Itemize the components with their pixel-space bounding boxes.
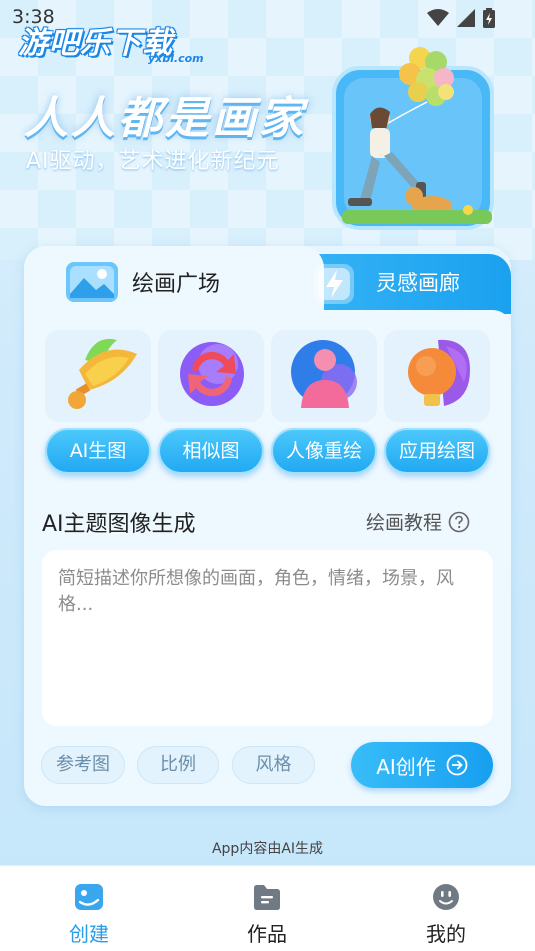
person-icon	[291, 340, 357, 408]
bottom-nav: 创建 作品 我的	[0, 865, 535, 951]
similar-image-button[interactable]: 相似图	[158, 428, 264, 474]
hero-subtitle: AI驱动，艺术进化新纪元	[26, 149, 280, 174]
hero-title: 人人都是画家	[24, 93, 306, 144]
wifi-icon	[427, 9, 449, 26]
ai-create-label: AI创作	[376, 754, 436, 779]
nav-profile-label: 我的	[426, 922, 466, 946]
tutorial-link[interactable]: 绘画教程	[366, 508, 470, 535]
tool-portrait-redraw[interactable]: 人像重绘	[271, 330, 377, 476]
style-chip[interactable]: 风格	[232, 746, 315, 784]
help-icon	[448, 511, 470, 532]
create-icon	[75, 884, 103, 910]
reference-image-chip[interactable]: 参考图	[41, 746, 125, 784]
prompt-placeholder: 简短描述你所想像的画面，角色，情绪，场景，风格...	[58, 568, 454, 615]
works-icon	[254, 885, 280, 910]
nav-create-label: 创建	[69, 922, 109, 946]
tab-inspiration-gallery-label: 灵感画廊	[376, 271, 460, 295]
battery-icon	[483, 8, 495, 28]
nav-works[interactable]: 作品	[207, 866, 327, 951]
portrait-redraw-button[interactable]: 人像重绘	[271, 428, 377, 474]
prompt-input[interactable]: 简短描述你所想像的画面，角色，情绪，场景，风格...	[42, 550, 493, 726]
ai-image-button[interactable]: AI生图	[45, 428, 151, 474]
generator-title: AI主题图像生成	[42, 512, 196, 537]
tool-ai-image[interactable]: AI生图	[45, 330, 151, 476]
watermark-sub: yxbl.com	[148, 52, 204, 65]
lightning-icon	[314, 264, 354, 304]
hero-illustration	[332, 47, 494, 230]
ai-create-button[interactable]: AI创作	[351, 742, 493, 788]
tool-app-drawing[interactable]: 应用绘图	[384, 330, 490, 476]
nav-create[interactable]: 创建	[29, 866, 149, 951]
signal-icon	[457, 9, 475, 27]
nav-profile[interactable]: 我的	[386, 866, 506, 951]
tab-painting-plaza-label: 绘画广场	[132, 272, 221, 297]
refresh-icon	[180, 342, 244, 406]
tutorial-label: 绘画教程	[366, 512, 443, 534]
arrow-right-circle-icon	[446, 754, 468, 776]
site-watermark: 游吧乐下载 yxbl.com	[18, 18, 204, 65]
app-drawing-button[interactable]: 应用绘图	[384, 428, 490, 474]
tool-similar-image[interactable]: 相似图	[158, 330, 264, 476]
brush-icon	[68, 338, 137, 409]
bulb-icon	[408, 339, 470, 406]
ai-content-note: App内容由AI生成	[211, 841, 324, 857]
profile-icon	[433, 884, 459, 910]
nav-works-label: 作品	[247, 922, 287, 946]
picture-icon	[66, 262, 118, 302]
ratio-chip[interactable]: 比例	[137, 746, 219, 784]
